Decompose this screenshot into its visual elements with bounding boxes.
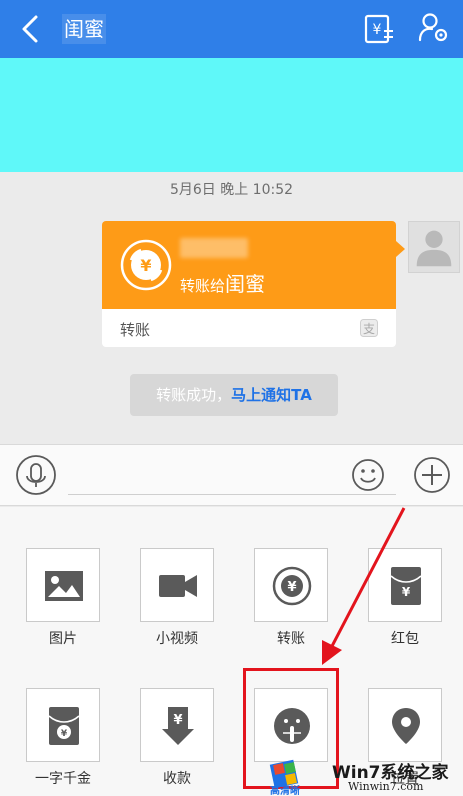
tile-image[interactable]: [26, 548, 100, 622]
yuan-exchange-icon: ¥: [120, 239, 172, 291]
transfer-recipient: 闺蜜: [225, 272, 266, 296]
input-bar: [0, 444, 463, 506]
chat-title: 闺蜜: [62, 14, 106, 44]
tile-transfer[interactable]: ¥: [254, 548, 328, 622]
tile-red-envelope[interactable]: ¥: [368, 548, 442, 622]
svg-text:¥: ¥: [140, 256, 151, 275]
plus-icon[interactable]: [413, 456, 451, 494]
transfer-card-footer: 转账 支: [102, 309, 396, 347]
tile-label-image: 图片: [49, 631, 77, 647]
notice-text: 转账成功，: [156, 386, 232, 404]
tile-label-receive-money: 收款: [163, 771, 191, 787]
svg-text:¥: ¥: [287, 580, 296, 595]
tile-label-red-envelope: 红包: [391, 631, 419, 647]
tile-yizi-qianjin[interactable]: ¥: [26, 688, 100, 762]
transfer-success-notice: 转账成功，马上通知TA: [130, 374, 338, 416]
chat-area: 5月6日 晚上 10:52 ¥ 转账给闺蜜 转账 支 转账成功，马上通知TA: [0, 172, 463, 444]
image-icon: [45, 571, 83, 601]
svg-text:支: 支: [363, 322, 375, 336]
watermark-url: Winwin7.com: [348, 780, 424, 793]
tile-label-transfer: 转账: [277, 631, 305, 647]
bubble-tail: [396, 241, 405, 257]
yuan-exchange-icon: ¥: [272, 566, 312, 606]
transfer-recipient-text: 转账给闺蜜: [180, 268, 265, 297]
svg-text:高清晰: 高清晰: [270, 784, 300, 796]
transfer-card-label: 转账: [120, 321, 151, 339]
top-banner: [0, 58, 463, 172]
tile-video[interactable]: [140, 548, 214, 622]
top-nav-bar: 闺蜜 ¥: [0, 0, 463, 58]
tile-label-video: 小视频: [156, 631, 198, 647]
avatar[interactable]: [408, 221, 460, 273]
transfer-prefix: 转账给: [180, 277, 226, 295]
yuan-download-icon: ¥: [162, 707, 194, 745]
alipay-icon: 支: [360, 319, 378, 337]
blurred-amount: [180, 238, 248, 258]
tile-location[interactable]: [368, 688, 442, 762]
microphone-icon[interactable]: [15, 454, 57, 496]
video-camera-icon: [159, 575, 197, 597]
user-silhouette-icon: [416, 230, 452, 267]
smiley-icon[interactable]: [351, 458, 385, 492]
tile-label-yizi-qianjin: 一字千金: [35, 771, 91, 787]
transfer-card[interactable]: ¥ 转账给闺蜜 转账 支: [102, 221, 405, 347]
watermark: 高清晰 Win7系统之家 Winwin7.com: [268, 756, 463, 796]
svg-text:¥: ¥: [173, 713, 182, 728]
message-input[interactable]: [68, 494, 396, 495]
tile-receive-money[interactable]: ¥: [140, 688, 214, 762]
win7-logo: 高清晰: [269, 759, 300, 796]
chevron-left-icon[interactable]: [16, 14, 46, 44]
transfer-card-header: ¥ 转账给闺蜜: [102, 221, 396, 309]
message-timestamp: 5月6日 晚上 10:52: [169, 182, 294, 198]
svg-text:¥: ¥: [402, 585, 411, 599]
location-pin-icon: [392, 708, 420, 744]
red-envelope-icon: ¥: [390, 567, 422, 605]
user-settings-icon[interactable]: [418, 12, 450, 44]
svg-text:¥: ¥: [61, 729, 68, 739]
notify-link[interactable]: 马上通知TA: [231, 386, 312, 404]
svg-text:¥: ¥: [373, 22, 382, 38]
yuan-transfer-icon[interactable]: ¥: [364, 14, 394, 44]
yuan-envelope-icon: ¥: [48, 707, 80, 745]
